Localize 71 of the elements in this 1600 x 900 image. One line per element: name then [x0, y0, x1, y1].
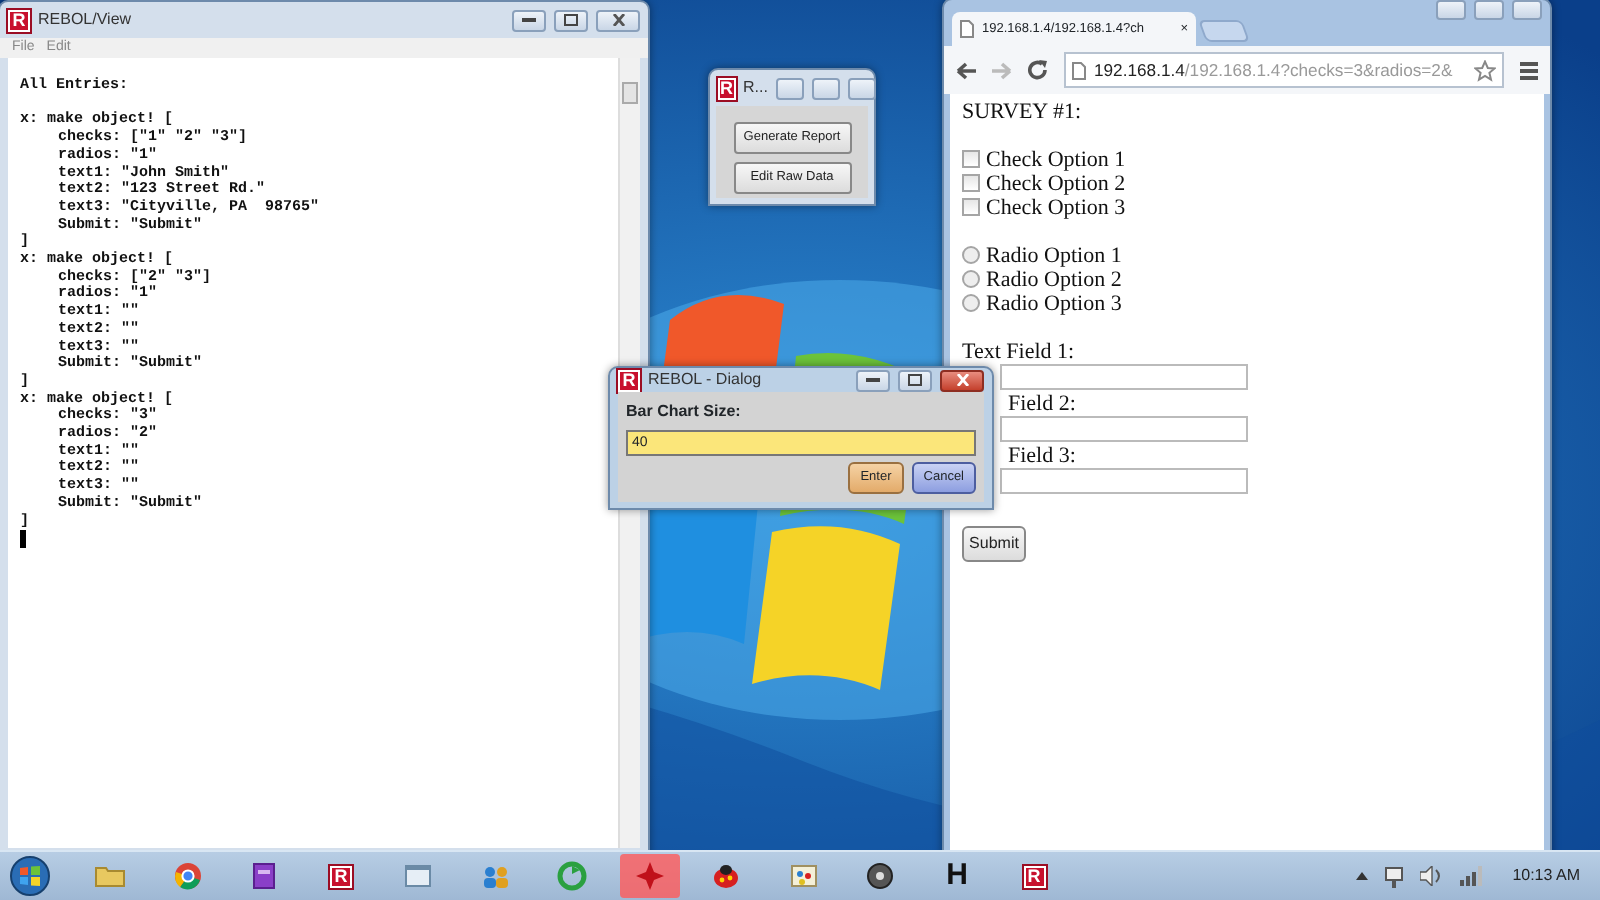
maximize-icon [564, 14, 578, 26]
window-title: REBOL/View [38, 8, 132, 32]
minimize-button[interactable] [512, 9, 546, 31]
survey-heading: SURVEY #1: [962, 100, 1084, 124]
field-label: Field 3: [1008, 444, 1076, 468]
disc-icon [864, 860, 896, 892]
minimize-icon [522, 17, 536, 23]
volume-icon[interactable] [1420, 866, 1445, 886]
text-field[interactable] [1000, 364, 1248, 390]
submit-button[interactable]: Submit [962, 526, 1026, 562]
minimize-button[interactable] [856, 369, 890, 391]
text-field[interactable] [1000, 468, 1248, 494]
app-letter: H [946, 855, 968, 896]
field-label: Text Field 1: [962, 340, 1075, 364]
new-tab-button[interactable] [1198, 20, 1250, 42]
address-bar[interactable]: 192.168.1.4/192.168.1.4?checks=3&radios=2& [1064, 52, 1504, 88]
browser-icon [171, 860, 203, 892]
radio-label: Radio Option 2 [986, 268, 1122, 292]
field-label: Field 2: [1008, 392, 1076, 416]
radio-button[interactable] [962, 270, 980, 288]
star-icon[interactable] [1474, 59, 1496, 81]
minimize-icon [866, 377, 880, 383]
checkbox[interactable] [962, 174, 980, 192]
field-label: Bar Chart Size: [626, 400, 743, 424]
maximize-button[interactable] [898, 369, 932, 391]
window-title: R... [743, 76, 768, 100]
back-icon[interactable] [956, 61, 976, 79]
app-logo: R [330, 865, 352, 887]
maximize-button[interactable] [554, 9, 588, 31]
forward-icon[interactable] [992, 61, 1012, 79]
close-button[interactable] [940, 369, 984, 391]
taskbar-button[interactable]: R [311, 854, 371, 898]
checkbox-label: Check Option 3 [986, 196, 1126, 220]
url-text: 192.168.1.4/192.168.1.4?checks=3&radios=2& [1094, 57, 1453, 83]
app-logo: R [1023, 865, 1045, 887]
checkbox[interactable] [962, 198, 980, 216]
checkbox-label: Check Option 1 [986, 148, 1126, 172]
taskbar-button[interactable]: R [1004, 854, 1064, 898]
star-burst-icon [633, 860, 665, 892]
show-hidden-icon[interactable] [1356, 872, 1369, 880]
maximize-icon [908, 374, 922, 386]
start-orb-icon [10, 856, 50, 896]
text-field[interactable] [1000, 416, 1248, 442]
radio-button[interactable] [962, 246, 980, 264]
scroll-thumb[interactable] [622, 82, 638, 104]
menu-icon[interactable] [1520, 61, 1538, 79]
document-icon [248, 860, 280, 892]
radio-label: Radio Option 1 [986, 244, 1122, 268]
recycle-icon [556, 860, 588, 892]
window-icon [402, 860, 434, 892]
network-icon[interactable] [1384, 865, 1405, 887]
signal-icon[interactable] [1460, 866, 1485, 886]
checkbox[interactable] [962, 150, 980, 168]
page-icon [1072, 61, 1086, 79]
radio-label: Radio Option 3 [986, 292, 1122, 316]
bug-icon [710, 860, 742, 892]
page-icon [960, 20, 974, 38]
text-cursor [20, 530, 26, 549]
paint-icon [787, 860, 819, 892]
app-logo: R [718, 77, 735, 99]
reload-icon[interactable] [1028, 60, 1048, 80]
close-button[interactable] [596, 9, 640, 31]
checkbox-label: Check Option 2 [986, 172, 1126, 196]
taskbar-button[interactable]: H [927, 854, 987, 898]
radio-button[interactable] [962, 294, 980, 312]
clock[interactable]: 10:13 AM [1512, 864, 1580, 888]
app-logo: R [8, 9, 30, 31]
window-title: REBOL - Dialog [648, 368, 762, 392]
app-logo: R [618, 369, 640, 391]
close-icon [955, 374, 969, 386]
close-icon [611, 14, 625, 26]
